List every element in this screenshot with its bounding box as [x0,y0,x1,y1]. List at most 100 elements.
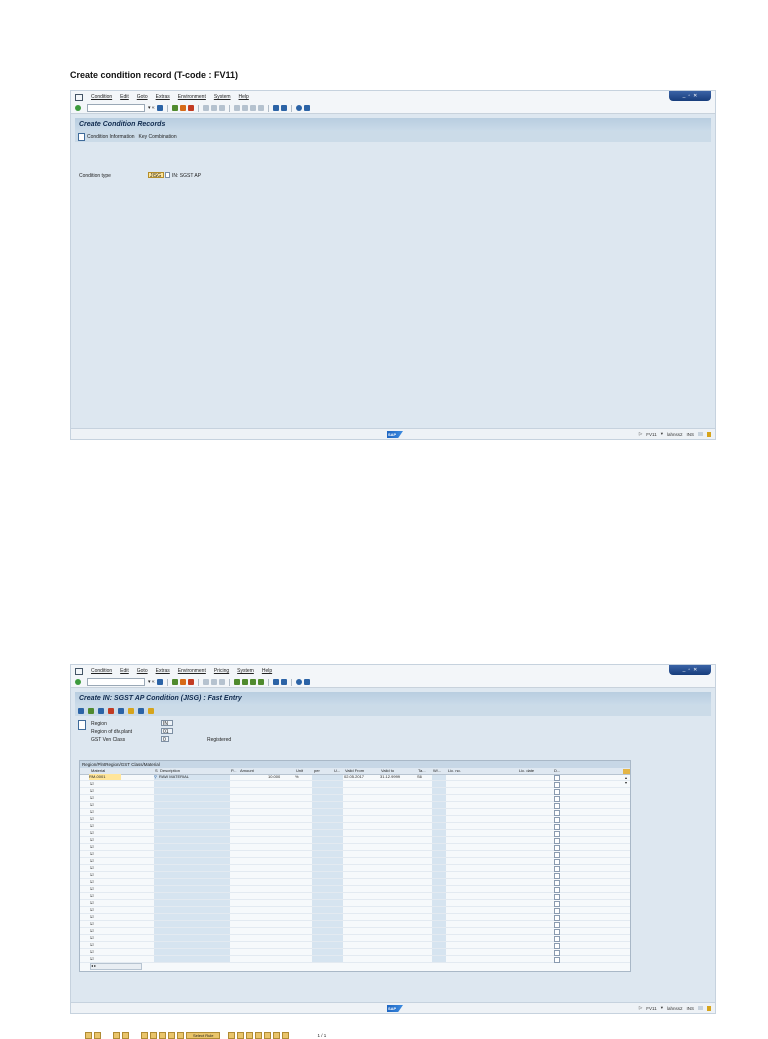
table-row[interactable]: ☑ [80,921,630,928]
close-icon[interactable]: ✕ [693,667,697,673]
row-deletion-checkbox[interactable] [554,956,560,963]
row-deletion-checkbox[interactable] [554,872,560,879]
print-icon[interactable] [202,105,209,111]
first-page-icon[interactable] [233,679,240,685]
deselect-all-icon[interactable] [94,1031,101,1039]
row-deletion-checkbox[interactable] [554,830,560,837]
table-row[interactable]: ☑ [80,914,630,921]
details-rows-icon[interactable] [177,1031,184,1039]
menu-edit[interactable]: Edit [120,668,129,674]
menu-help[interactable]: Help [262,668,272,674]
status-tcode[interactable]: FV11 [646,432,656,437]
help-icon[interactable] [295,679,302,685]
row-deletion-checkbox[interactable] [554,816,560,823]
menu-icon[interactable] [75,93,83,101]
help-icon[interactable] [295,105,302,111]
row-deletion-checkbox[interactable] [554,851,560,858]
select-all-icon[interactable] [85,1031,92,1039]
menu-goto[interactable]: Goto [137,668,148,674]
table-row[interactable]: ☑ [80,851,630,858]
row-deletion-checkbox[interactable] [554,914,560,921]
condition-type-input[interactable]: JISG [148,172,164,179]
last-page-icon[interactable] [257,105,264,111]
variants-icon[interactable] [128,707,134,714]
column-settings-icon[interactable] [623,768,630,774]
menu-goto[interactable]: Goto [137,94,148,100]
filter-set-icon[interactable] [282,1031,290,1039]
table-row[interactable]: ☑ [80,872,630,879]
chevron-down-icon[interactable]: ▾ [661,431,663,437]
row-deletion-checkbox[interactable] [554,788,560,795]
status-tcode[interactable]: FV11 [646,1006,656,1011]
enter-icon[interactable] [75,105,81,111]
row-deletion-checkbox[interactable] [554,774,560,781]
last-page-icon[interactable] [257,679,264,685]
condition-info-button[interactable]: Condition Information [78,132,135,141]
delete-row-icon[interactable] [122,1031,129,1039]
row-deletion-checkbox[interactable] [554,893,560,900]
lock-icon[interactable] [707,1005,711,1011]
display-icon[interactable] [78,707,84,714]
row-deletion-checkbox[interactable] [554,802,560,809]
table-row[interactable]: ☑ [80,837,630,844]
command-field[interactable] [87,104,145,112]
lock-icon[interactable] [707,431,711,437]
table-row[interactable]: ☑ [80,886,630,893]
menu-help[interactable]: Help [239,94,249,100]
table-row[interactable]: ☑ [80,795,630,802]
new-session-icon[interactable] [272,679,279,685]
row-amount[interactable]: 10.000 [268,774,280,780]
menu-condition[interactable]: Condition [91,94,112,100]
menu-extras[interactable]: Extras [156,668,170,674]
row-material[interactable]: RM-0001 [89,774,121,780]
menu-condition[interactable]: Condition [91,668,112,674]
table-row[interactable]: RM-0001 ⚲ RAW MATERIAL 10.000 % 02.05.20… [80,774,630,781]
table-row[interactable]: ☑ [80,956,630,963]
table-row[interactable]: ☑ [80,900,630,907]
row-deletion-checkbox[interactable] [554,781,560,788]
select-rule-button[interactable]: Select Rule [186,1031,221,1039]
table-row[interactable]: ☑ [80,893,630,900]
row-deletion-checkbox[interactable] [554,837,560,844]
menu-edit[interactable]: Edit [120,94,129,100]
row-deletion-checkbox[interactable] [554,900,560,907]
horizontal-scrollbar[interactable]: ◂ ▸ [90,963,142,970]
exit-icon[interactable] [179,679,186,685]
minimize-icon[interactable]: _ [683,667,686,673]
condition-graph-icon[interactable] [237,1031,245,1039]
row-deletion-checkbox[interactable] [554,928,560,935]
save-icon[interactable] [156,105,163,111]
row-deletion-checkbox[interactable] [554,809,560,816]
back-icon[interactable] [171,679,178,685]
table-row[interactable]: ☑ [80,907,630,914]
row-deletion-checkbox[interactable] [554,935,560,942]
previous-page-icon[interactable] [241,105,248,111]
close-icon[interactable]: ✕ [693,93,697,99]
row-valid-to[interactable]: 31.12.9999 [380,774,400,780]
chevron-down-icon[interactable]: ▾ « [148,679,155,685]
table-layout-icon[interactable] [246,1031,254,1039]
table-row[interactable]: ☑ [80,823,630,830]
export-icon[interactable] [255,1031,263,1039]
sort-ascending-icon[interactable] [264,1031,272,1039]
row-deletion-checkbox[interactable] [554,907,560,914]
copy-icon[interactable] [98,707,104,714]
paste-rows-icon[interactable] [168,1031,175,1039]
table-row[interactable]: ☑ [80,781,630,788]
print-icon[interactable] [202,679,209,685]
document-icon[interactable] [78,720,86,730]
table-row[interactable]: ☑ [80,928,630,935]
row-deletion-checkbox[interactable] [554,844,560,851]
layout-icon[interactable] [303,679,310,685]
command-field[interactable] [87,678,145,686]
menu-environment[interactable]: Environment [178,668,206,674]
row-deletion-checkbox[interactable] [554,942,560,949]
find-next-icon[interactable] [218,105,225,111]
next-page-icon[interactable] [249,105,256,111]
search-help-icon[interactable] [165,172,170,178]
row-tax[interactable]: S6 [417,774,422,780]
maximize-icon[interactable]: ▫ [688,93,690,99]
back-icon[interactable] [171,105,178,111]
table-row[interactable]: ☑ [80,935,630,942]
chevron-down-icon[interactable]: ▾ [661,1005,663,1011]
